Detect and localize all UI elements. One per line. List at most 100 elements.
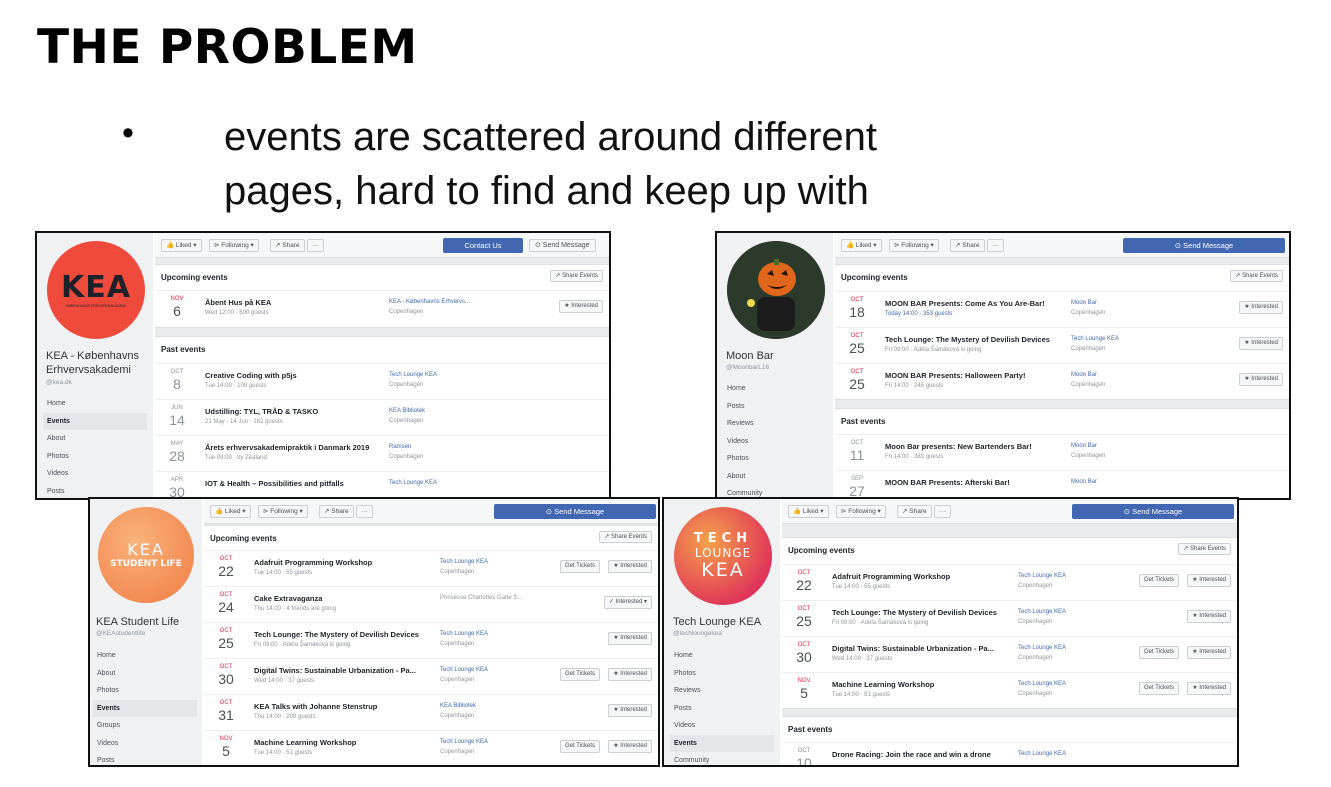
event-title[interactable]: Tech Lounge: The Mystery of Devilish Dev… — [885, 335, 1050, 344]
following-button[interactable]: ⊳ Following ▾ — [209, 239, 259, 252]
event-row[interactable]: MAY 28 Årets erhvervsakademipraktik i Da… — [155, 435, 609, 471]
interested-button[interactable]: ★ Interested — [608, 560, 652, 573]
get-tickets-button[interactable]: Get Tickets — [559, 668, 600, 681]
event-row[interactable]: OCT 18 MOON BAR Presents: Come As You Ar… — [835, 291, 1289, 327]
share-button[interactable]: ↗ Share — [319, 505, 354, 518]
get-tickets-button[interactable]: Get Tickets — [1138, 646, 1179, 659]
share-events-button[interactable]: ↗ Share Events — [550, 270, 603, 282]
event-title[interactable]: Digital Twins: Sustainable Urbanization … — [832, 644, 994, 653]
event-title[interactable]: Cake Extravaganza — [254, 594, 322, 603]
event-row[interactable]: APR 30 IOT & Health – Possibilities and … — [155, 471, 609, 498]
nav-videos[interactable]: Videos — [93, 735, 197, 753]
more-button[interactable]: ··· — [356, 505, 373, 518]
interested-button[interactable]: ★ Interested — [1239, 301, 1283, 314]
event-title[interactable]: MOON BAR Presents: Halloween Party! — [885, 371, 1025, 380]
event-row[interactable]: OCT 31 KEA Talks with Johanne Stenstrup … — [204, 694, 658, 730]
nav-home[interactable]: Home — [43, 395, 147, 413]
event-row[interactable]: JUN 14 Udstilling: TYL, TRÅD & TASKO 21 … — [155, 399, 609, 435]
interested-button[interactable]: ★ Interested — [1187, 682, 1231, 695]
nav-posts[interactable]: Posts — [723, 398, 827, 416]
event-row[interactable]: OCT 25 Tech Lounge: The Mystery of Devil… — [835, 327, 1289, 363]
nav-home[interactable]: Home — [93, 647, 197, 665]
event-row[interactable]: OCT 10 Drone Racing: Join the race and w… — [782, 742, 1237, 765]
nav-posts[interactable]: Posts — [670, 700, 774, 718]
interested-button[interactable]: ★ Interested — [608, 632, 652, 645]
send-message-button[interactable]: ⊙ Send Message — [494, 504, 656, 519]
event-title[interactable]: IOT & Health – Possibilities and pitfall… — [205, 479, 344, 488]
nav-community[interactable]: Community — [670, 752, 774, 765]
nav-videos[interactable]: Videos — [670, 717, 774, 735]
nav-photos[interactable]: Photos — [723, 450, 827, 468]
nav-photos[interactable]: Photos — [670, 665, 774, 683]
event-host[interactable]: Tech Lounge KEA — [389, 480, 437, 486]
event-row[interactable]: OCT 8 Creative Coding with p5js Tue 14:0… — [155, 363, 609, 399]
event-host[interactable]: Tech Lounge KEA — [1018, 573, 1066, 579]
get-tickets-button[interactable]: Get Tickets — [1138, 574, 1179, 587]
event-row[interactable]: OCT 22 Adafruit Programming Workshop Tue… — [204, 550, 658, 586]
event-host[interactable]: Tech Lounge KEA — [440, 631, 488, 637]
share-button[interactable]: ↗ Share — [897, 505, 932, 518]
nav-videos[interactable]: Videos — [723, 433, 827, 451]
nav-home[interactable]: Home — [723, 380, 827, 398]
interested-button[interactable]: ★ Interested — [608, 740, 652, 753]
more-button[interactable]: ··· — [307, 239, 324, 252]
event-row[interactable]: OCT 22 Adafruit Programming Workshop Tue… — [782, 564, 1237, 600]
more-button[interactable]: ··· — [987, 239, 1004, 252]
following-button[interactable]: ⊳ Following ▾ — [889, 239, 939, 252]
send-message-button[interactable]: ⊙ Send Message — [1123, 238, 1285, 253]
following-button[interactable]: ⊳ Following ▾ — [836, 505, 886, 518]
event-row[interactable]: OCT 25 Tech Lounge: The Mystery of Devil… — [782, 600, 1237, 636]
event-host[interactable]: KEA - Københavns Erhvervs... — [389, 299, 470, 305]
moonbar-avatar[interactable] — [727, 241, 825, 339]
event-title[interactable]: Creative Coding with p5js — [205, 371, 297, 380]
share-events-button[interactable]: ↗ Share Events — [1178, 543, 1231, 555]
event-host[interactable]: Moon Bar — [1071, 443, 1097, 449]
nav-photos[interactable]: Photos — [43, 448, 147, 466]
nav-events[interactable]: Events — [93, 699, 197, 717]
event-host[interactable]: Ramsen — [389, 444, 411, 450]
event-title[interactable]: MOON BAR Presents: Afterski Bar! — [885, 478, 1010, 487]
nav-about[interactable]: About — [723, 468, 827, 486]
event-host[interactable]: Tech Lounge KEA — [1018, 609, 1066, 615]
following-button[interactable]: ⊳ Following ▾ — [258, 505, 308, 518]
nav-events[interactable]: Events — [670, 734, 774, 752]
nav-about[interactable]: About — [93, 665, 197, 683]
kea-avatar[interactable]: KEA KØBENHAVNS ERHVERVSAKADEMI — [47, 241, 145, 339]
event-title[interactable]: Årets erhvervsakademipraktik i Danmark 2… — [205, 443, 369, 452]
liked-button[interactable]: 👍 Liked ▾ — [210, 505, 251, 518]
nav-reviews[interactable]: Reviews — [723, 415, 827, 433]
event-title[interactable]: Adafruit Programming Workshop — [832, 572, 950, 581]
interested-button[interactable]: ★ Interested — [1187, 610, 1231, 623]
event-title[interactable]: Moon Bar presents: New Bartenders Bar! — [885, 442, 1032, 451]
interested-button[interactable]: ★ Interested — [1239, 337, 1283, 350]
event-title[interactable]: Tech Lounge: The Mystery of Devilish Dev… — [832, 608, 997, 617]
event-title[interactable]: Machine Learning Workshop — [254, 738, 356, 747]
event-host[interactable]: Moon Bar — [1071, 300, 1097, 306]
nav-videos[interactable]: Videos — [43, 465, 147, 483]
event-title[interactable]: MOON BAR Presents: Come As You Are-Bar! — [885, 299, 1045, 308]
share-events-button[interactable]: ↗ Share Events — [1230, 270, 1283, 282]
event-title[interactable]: Machine Learning Workshop — [832, 680, 934, 689]
event-host[interactable]: Tech Lounge KEA — [389, 372, 437, 378]
share-button[interactable]: ↗ Share — [270, 239, 305, 252]
event-row[interactable]: OCT 24 Cake Extravaganza Thu 14:00 · 4 f… — [204, 586, 658, 622]
event-row[interactable]: OCT 30 Digital Twins: Sustainable Urbani… — [782, 636, 1237, 672]
nav-about[interactable]: About — [43, 430, 147, 448]
interested-button[interactable]: ★ Interested — [608, 668, 652, 681]
event-row[interactable]: OCT 25 MOON BAR Presents: Halloween Part… — [835, 363, 1289, 399]
event-row[interactable]: OCT 30 Digital Twins: Sustainable Urbani… — [204, 658, 658, 694]
interested-dropdown[interactable]: ✓ Interested ▾ — [603, 596, 652, 609]
share-events-button[interactable]: ↗ Share Events — [599, 531, 652, 543]
nav-home[interactable]: Home — [670, 647, 774, 665]
event-host[interactable]: Tech Lounge KEA — [440, 667, 488, 673]
liked-button[interactable]: 👍 Liked ▾ — [788, 505, 829, 518]
event-host[interactable]: Moon Bar — [1071, 372, 1097, 378]
event-title[interactable]: Adafruit Programming Workshop — [254, 558, 372, 567]
event-host[interactable]: Tech Lounge KEA — [440, 739, 488, 745]
event-host[interactable]: Tech Lounge KEA — [1018, 645, 1066, 651]
liked-button[interactable]: 👍 Liked ▾ — [161, 239, 202, 252]
send-message-button[interactable]: ⊙ Send Message — [1072, 504, 1234, 519]
event-host[interactable]: KEA Bibliotek — [389, 408, 425, 414]
event-host[interactable]: KEA Bibliotek — [440, 703, 476, 709]
event-row[interactable]: SEP 27 MOON BAR Presents: Afterski Bar! … — [835, 470, 1289, 498]
